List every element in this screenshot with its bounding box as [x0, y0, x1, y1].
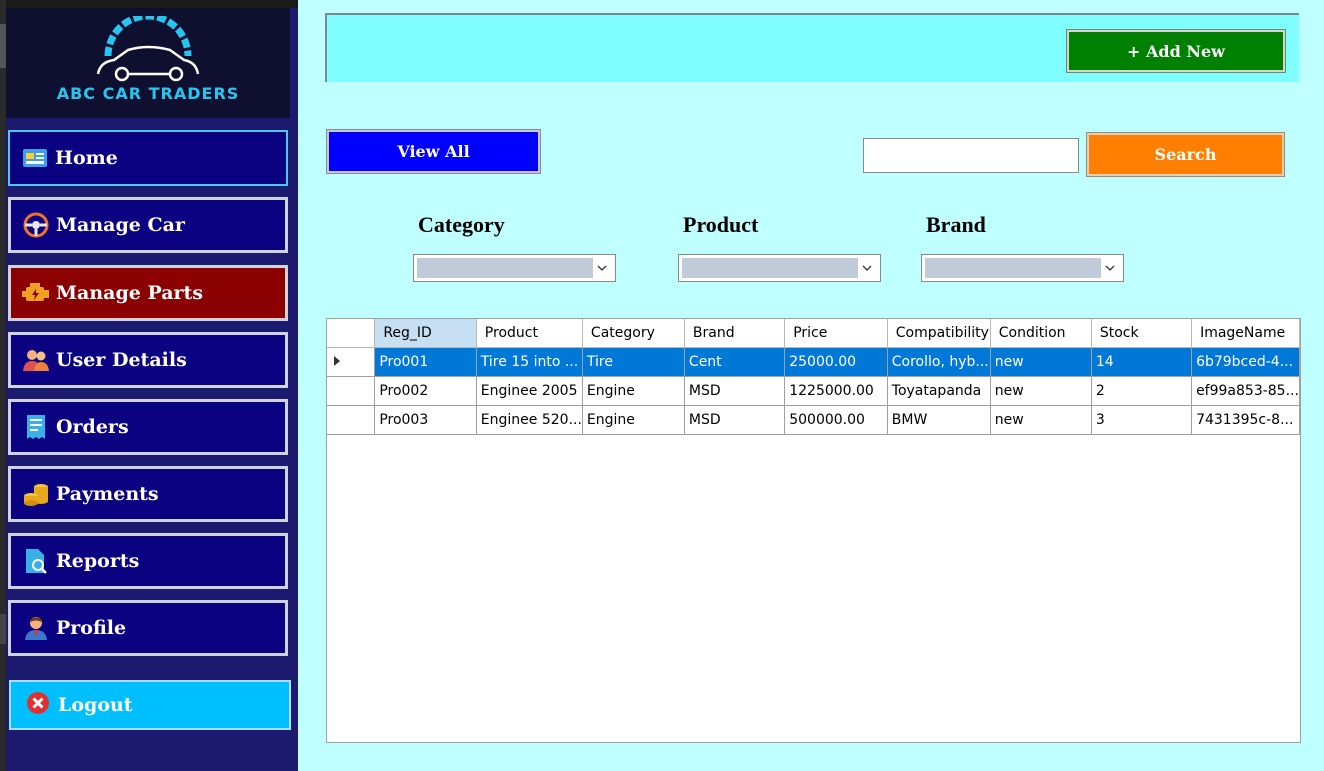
row-header[interactable]: [327, 347, 376, 377]
chevron-down-icon: [597, 265, 607, 271]
view-all-button[interactable]: View All: [326, 129, 541, 174]
table-cell[interactable]: Pro001: [374, 347, 477, 377]
category-dropdown[interactable]: [413, 254, 616, 282]
table-cell[interactable]: 6b79bced-4...: [1191, 347, 1300, 377]
table-cell[interactable]: Pro003: [374, 405, 477, 435]
sidebar-item-label: Manage Parts: [56, 282, 204, 304]
sidebar-item-label: Orders: [56, 416, 129, 438]
product-dropdown-value: [682, 258, 858, 278]
add-new-button[interactable]: + Add New: [1066, 29, 1286, 73]
report-icon: [22, 547, 50, 575]
column-header[interactable]: Category: [582, 319, 685, 348]
coins-icon: [22, 480, 50, 508]
column-header[interactable]: ImageName: [1191, 319, 1300, 348]
table-cell[interactable]: Enginee 520...: [476, 405, 583, 435]
column-header[interactable]: Product: [476, 319, 583, 348]
column-header[interactable]: Compatibility: [887, 319, 991, 348]
table-cell[interactable]: new: [990, 376, 1092, 406]
sidebar-item-user-details[interactable]: User Details: [8, 332, 288, 388]
sidebar-item-label: Manage Car: [56, 214, 185, 236]
table-cell[interactable]: new: [990, 347, 1092, 377]
logout-label: Logout: [58, 694, 133, 716]
chevron-down-icon: [1105, 265, 1115, 271]
sidebar-item-label: Payments: [56, 483, 159, 505]
logout-button[interactable]: Logout: [9, 680, 291, 730]
column-header[interactable]: Stock: [1091, 319, 1193, 348]
column-header[interactable]: Price: [784, 319, 888, 348]
user-icon: [22, 614, 50, 642]
table-cell[interactable]: BMW: [887, 405, 991, 435]
table-cell[interactable]: MSD: [684, 405, 786, 435]
close-circle-icon: [26, 691, 50, 720]
table-row[interactable]: Pro001 Tire 15 into ... Tire Cent 25000.…: [327, 347, 1300, 377]
table-cell[interactable]: MSD: [684, 376, 786, 406]
table-cell[interactable]: new: [990, 405, 1092, 435]
top-bar: + Add New: [325, 13, 1299, 82]
category-label: Category: [418, 212, 505, 237]
table-row[interactable]: Pro002 Enginee 2005 Engine MSD 1225000.0…: [327, 376, 1300, 406]
brand-dropdown[interactable]: [921, 254, 1124, 282]
brand-label: Brand: [926, 212, 986, 237]
search-input[interactable]: [863, 138, 1079, 173]
table-cell[interactable]: 3: [1091, 405, 1193, 435]
receipt-icon: [22, 413, 50, 441]
table-cell[interactable]: 7431395c-8...: [1191, 405, 1300, 435]
table-cell[interactable]: 500000.00: [784, 405, 888, 435]
column-header[interactable]: Condition: [990, 319, 1092, 348]
row-header[interactable]: [327, 376, 376, 406]
table-cell[interactable]: 14: [1091, 347, 1193, 377]
table-cell[interactable]: 2: [1091, 376, 1193, 406]
main-panel: + Add New View All Search Category Produ…: [298, 0, 1324, 771]
dashboard-icon: [21, 144, 49, 172]
header-row: Reg_ID Product Category Brand Price Comp…: [327, 319, 1300, 348]
sidebar: ABC CAR TRADERS Home Manage Car Manage P…: [6, 8, 298, 771]
sidebar-item-reports[interactable]: Reports: [8, 533, 288, 589]
table-cell[interactable]: Engine: [582, 376, 685, 406]
sidebar-item-label: Home: [55, 147, 118, 169]
table-cell[interactable]: Pro002: [374, 376, 477, 406]
sidebar-item-payments[interactable]: Payments: [8, 466, 288, 522]
chevron-down-icon: [862, 265, 872, 271]
sidebar-item-orders[interactable]: Orders: [8, 399, 288, 455]
logo: ABC CAR TRADERS: [6, 8, 290, 118]
users-icon: [22, 346, 50, 374]
table-cell[interactable]: 25000.00: [784, 347, 888, 377]
column-header[interactable]: Brand: [684, 319, 786, 348]
table-cell[interactable]: ef99a853-85...: [1191, 376, 1300, 406]
table-cell[interactable]: Tire: [582, 347, 685, 377]
row-header-corner: [327, 319, 376, 348]
car-logo-icon: [96, 16, 200, 82]
table-cell[interactable]: Toyatapanda: [887, 376, 991, 406]
parts-data-grid[interactable]: Reg_ID Product Category Brand Price Comp…: [326, 318, 1301, 743]
row-header[interactable]: [327, 405, 376, 435]
column-header[interactable]: Reg_ID: [374, 319, 477, 348]
sidebar-item-label: User Details: [56, 349, 187, 371]
category-dropdown-value: [417, 258, 593, 278]
steering-wheel-icon: [22, 211, 50, 239]
sidebar-item-label: Profile: [56, 617, 127, 639]
search-button[interactable]: Search: [1086, 132, 1285, 177]
engine-icon: [22, 279, 50, 307]
sidebar-item-label: Reports: [56, 550, 140, 572]
table-cell[interactable]: Tire 15 into ...: [476, 347, 583, 377]
table-cell[interactable]: Corollo, hyb...: [887, 347, 991, 377]
brand-dropdown-value: [925, 258, 1101, 278]
table-row[interactable]: Pro003 Enginee 520... Engine MSD 500000.…: [327, 405, 1300, 435]
product-label: Product: [683, 212, 759, 237]
table-cell[interactable]: Cent: [684, 347, 786, 377]
table-cell[interactable]: 1225000.00: [784, 376, 888, 406]
brand-name: ABC CAR TRADERS: [56, 84, 240, 103]
sidebar-item-home[interactable]: Home: [8, 130, 288, 186]
sidebar-item-profile[interactable]: Profile: [8, 600, 288, 656]
sidebar-item-manage-parts[interactable]: Manage Parts: [8, 265, 288, 321]
product-dropdown[interactable]: [678, 254, 881, 282]
table-cell[interactable]: Engine: [582, 405, 685, 435]
sidebar-item-manage-car[interactable]: Manage Car: [8, 197, 288, 253]
current-row-arrow-icon: [334, 355, 340, 366]
table-cell[interactable]: Enginee 2005: [476, 376, 583, 406]
